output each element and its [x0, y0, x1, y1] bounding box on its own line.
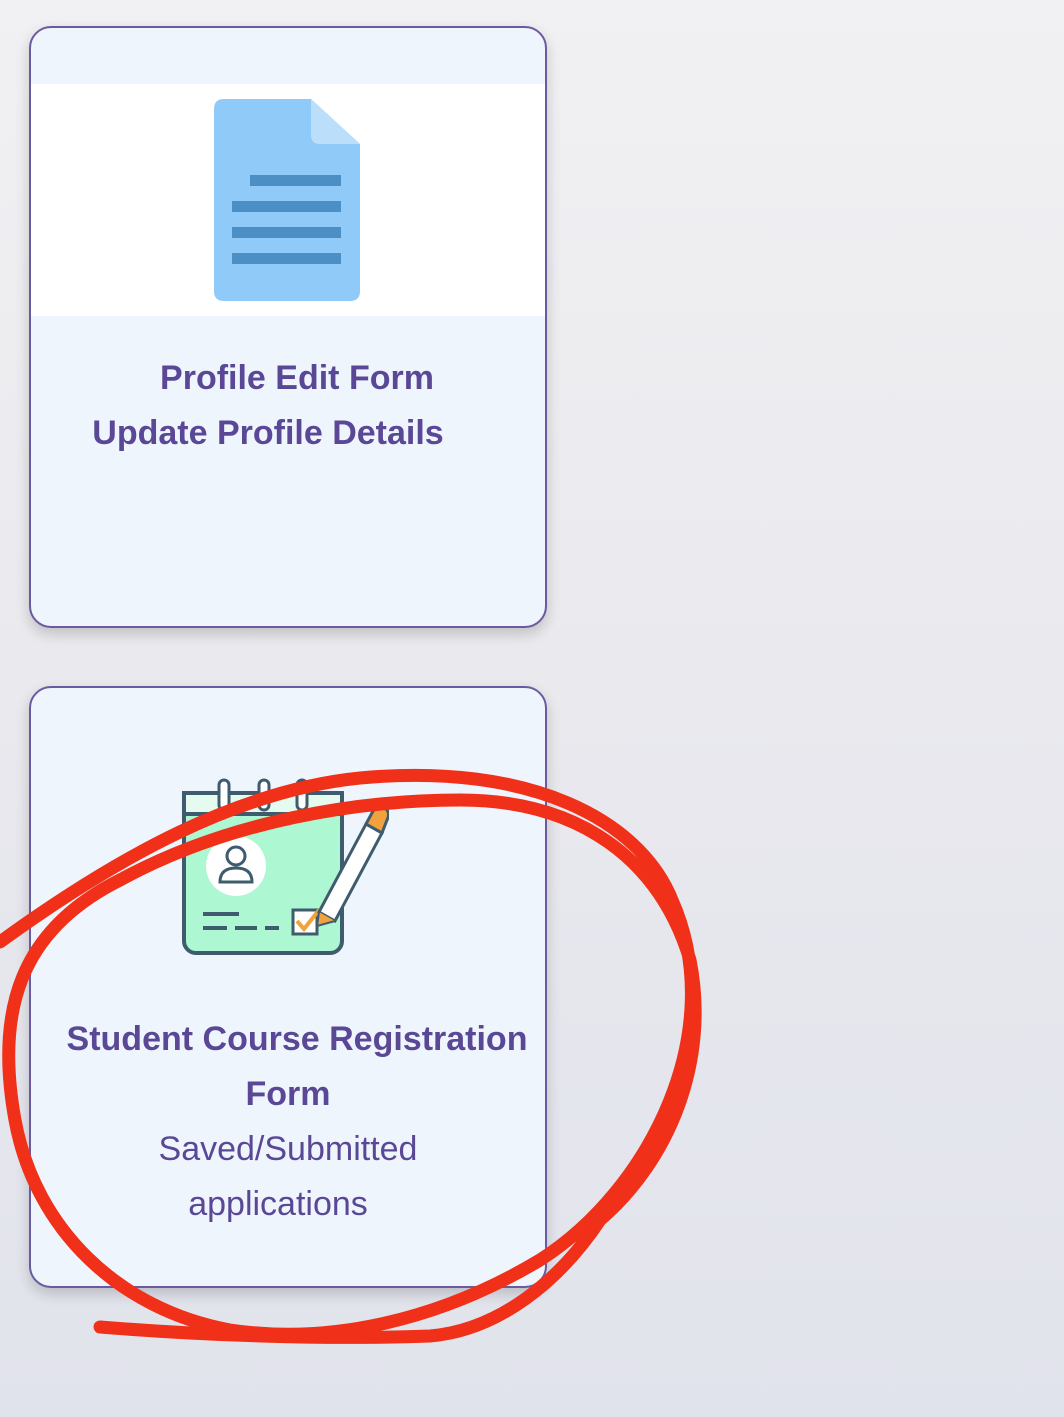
card-subtitle: Update Profile Details [92, 414, 444, 452]
profile-edit-form-card[interactable]: Profile Edit Form Update Profile Details [29, 26, 547, 628]
card-title-line1: Student Course Registration [66, 1020, 528, 1058]
card-title-line2: Form [245, 1075, 331, 1113]
card-description-line1: Saved/Submitted [158, 1130, 418, 1168]
document-icon [214, 99, 360, 301]
card-icon-area [31, 84, 545, 316]
card-description-line2: applications [188, 1185, 368, 1223]
student-course-registration-card[interactable]: Student Course Registration Form Saved/S… [29, 686, 547, 1288]
card-title: Profile Edit Form [160, 359, 434, 397]
registration-form-icon [182, 778, 389, 955]
